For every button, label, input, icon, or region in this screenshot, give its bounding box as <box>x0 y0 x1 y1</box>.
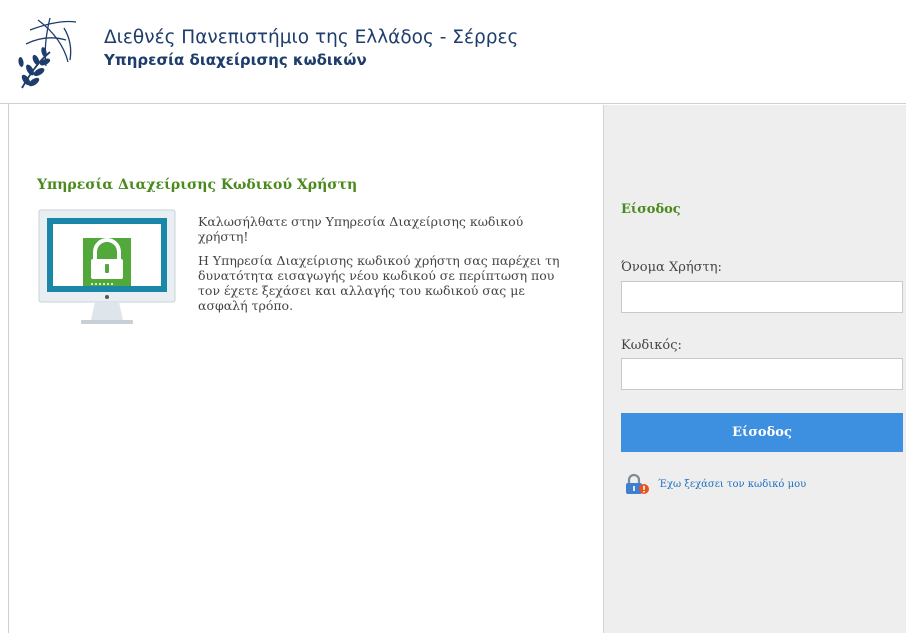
service-description: Η Υπηρεσία Διαχείρισης κωδικού χρήστη σα… <box>198 253 560 313</box>
login-button[interactable]: Είσοδος <box>621 413 903 452</box>
monitor-lock-icon <box>38 209 176 324</box>
forgot-password[interactable]: Έχω ξεχάσει τον κωδικό μου <box>624 473 806 495</box>
service-name: Υπηρεσία διαχείρισης κωδικών <box>104 51 367 69</box>
olive-branch-globe-logo-icon <box>18 17 77 89</box>
password-label: Κωδικός: <box>621 338 682 353</box>
login-heading: Είσοδος <box>621 202 681 217</box>
content-divider <box>8 104 9 633</box>
page-header: Διεθνές Πανεπιστήμιο της Ελλάδος - Σέρρε… <box>0 0 906 104</box>
username-input[interactable] <box>621 281 903 313</box>
username-label: Όνομα Χρήστη: <box>621 260 722 275</box>
forgot-password-link[interactable]: Έχω ξεχάσει τον κωδικό μου <box>658 479 806 490</box>
padlock-warning-icon <box>626 473 649 494</box>
password-input[interactable] <box>621 358 903 390</box>
welcome-line: Καλωσήλθατε στην Υπηρεσία Διαχείρισης κω… <box>198 214 524 244</box>
welcome-text: Καλωσήλθατε στην Υπηρεσία Διαχείρισης κω… <box>198 214 573 322</box>
university-name: Διεθνές Πανεπιστήμιο της Ελλάδος - Σέρρε… <box>104 27 519 48</box>
welcome-heading: Υπηρεσία Διαχείρισης Κωδικού Χρήστη <box>37 177 358 193</box>
